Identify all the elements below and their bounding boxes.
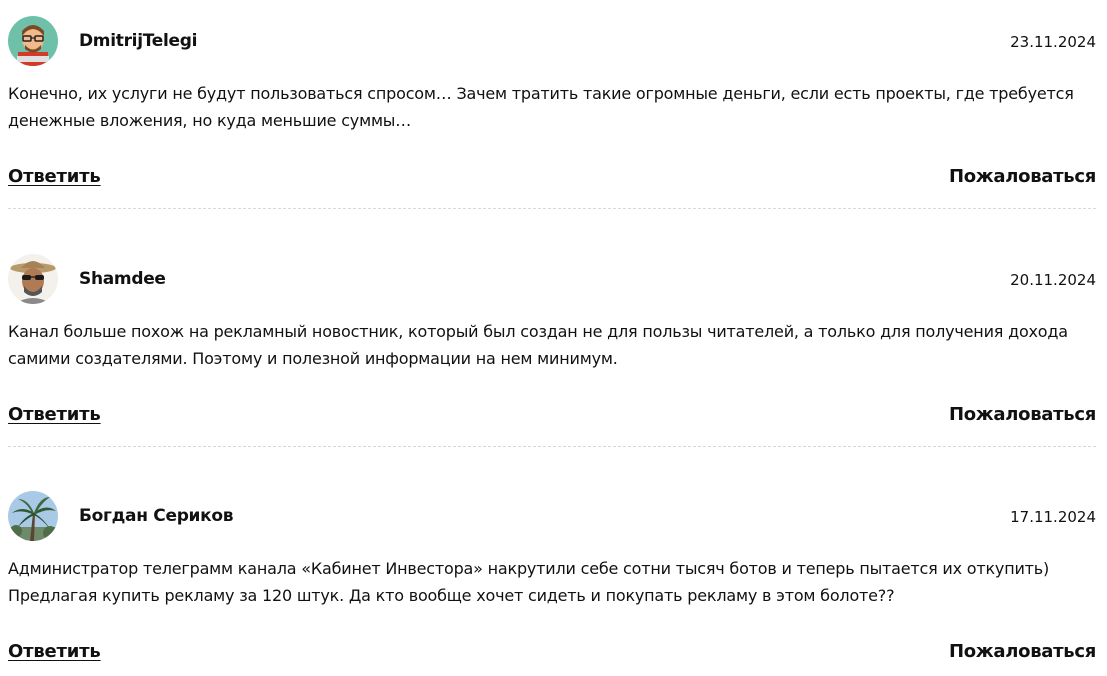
comment-text: Конечно, их услуги не будут пользоваться…	[8, 84, 1074, 130]
cartoon-avatar-icon	[8, 16, 58, 66]
comment-item: Богдан Сериков 17.11.2024 Администратор …	[8, 491, 1096, 662]
comment-item: Shamdee 20.11.2024 Канал больше похож на…	[8, 254, 1096, 447]
reply-button[interactable]: Ответить	[8, 166, 101, 187]
report-button[interactable]: Пожаловаться	[949, 404, 1096, 425]
comment-text: Канал больше похож на рекламный новостни…	[8, 322, 1068, 368]
comment-header: DmitrijTelegi 23.11.2024	[8, 16, 1096, 68]
comment-author: Shamdee	[79, 269, 166, 289]
comment-date: 20.11.2024	[1010, 271, 1096, 289]
comment-divider	[8, 446, 1096, 447]
comment-header: Богдан Сериков 17.11.2024	[8, 491, 1096, 543]
comment-item: DmitrijTelegi 23.11.2024 Конечно, их усл…	[8, 16, 1096, 209]
man-with-hat-avatar-icon	[8, 254, 58, 304]
comment-date: 17.11.2024	[1010, 508, 1096, 526]
comment-actions: Ответить Пожаловаться	[8, 166, 1096, 190]
reply-button[interactable]: Ответить	[8, 641, 101, 662]
comment-author: DmitrijTelegi	[79, 31, 198, 51]
comment-actions: Ответить Пожаловаться	[8, 404, 1096, 428]
palm-tree-avatar-icon	[8, 491, 58, 541]
comment-divider	[8, 208, 1096, 209]
reply-button[interactable]: Ответить	[8, 404, 101, 425]
comment-date: 23.11.2024	[1010, 33, 1096, 51]
report-button[interactable]: Пожаловаться	[949, 166, 1096, 187]
comment-text: Администратор телеграмм канала «Кабинет …	[8, 559, 1050, 605]
comment-actions: Ответить Пожаловаться	[8, 641, 1096, 665]
comments-list: DmitrijTelegi 23.11.2024 Конечно, их усл…	[0, 0, 1107, 676]
comment-author: Богдан Сериков	[79, 506, 234, 526]
report-button[interactable]: Пожаловаться	[949, 641, 1096, 662]
comment-header: Shamdee 20.11.2024	[8, 254, 1096, 306]
